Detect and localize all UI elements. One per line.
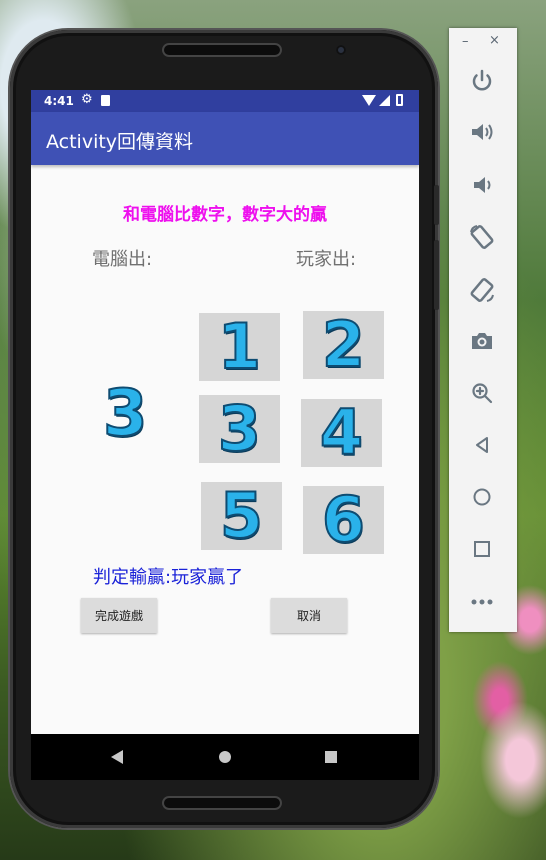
volume-up-icon[interactable] — [463, 113, 501, 151]
choice-digit: 1 — [217, 310, 262, 383]
navigation-bar — [31, 734, 419, 780]
nav-recents-icon[interactable] — [325, 751, 337, 763]
choice-button-2[interactable]: 2 — [303, 311, 384, 379]
cancel-button[interactable]: 取消 — [271, 598, 347, 633]
computer-choice: 3 — [102, 381, 149, 447]
emulator-toolbar: – × — [449, 28, 517, 632]
minimize-button[interactable]: – — [462, 34, 469, 49]
back-icon[interactable] — [463, 426, 501, 464]
rotate-right-icon[interactable] — [463, 271, 501, 309]
more-icon[interactable] — [463, 583, 501, 621]
overview-icon[interactable] — [463, 530, 501, 568]
nav-back-icon[interactable] — [111, 750, 123, 764]
choice-button-4[interactable]: 4 — [301, 399, 382, 467]
status-bar: 4:41 ⚙ — [31, 90, 419, 112]
side-button — [434, 240, 439, 310]
app-bar: Activity回傳資料 — [31, 112, 419, 165]
volume-down-icon[interactable] — [463, 166, 501, 204]
result-text: 判定輸贏:玩家贏了 — [93, 567, 244, 588]
bottom-speaker — [162, 796, 282, 810]
home-icon[interactable] — [463, 478, 501, 516]
finish-game-button[interactable]: 完成遊戲 — [81, 598, 157, 633]
choice-button-5[interactable]: 5 — [201, 482, 282, 550]
choice-button-6[interactable]: 6 — [303, 486, 384, 554]
zoom-icon[interactable] — [463, 374, 501, 412]
choice-digit: 3 — [217, 392, 262, 465]
rotate-left-icon[interactable] — [463, 218, 501, 256]
computer-label: 電腦出: — [92, 249, 153, 270]
nav-home-icon[interactable] — [219, 751, 231, 763]
app-title: Activity回傳資料 — [46, 131, 194, 153]
status-time: 4:41 — [44, 94, 74, 108]
game-instruction: 和電腦比數字，數字大的贏 — [123, 205, 327, 225]
choice-button-3[interactable]: 3 — [199, 395, 280, 463]
choice-digit: 4 — [319, 396, 364, 469]
device-screen: 4:41 ⚙ Activity回傳資料 和電腦比數字，數字大的贏 電腦出: 玩家… — [31, 90, 419, 780]
earpiece-speaker — [162, 43, 282, 57]
sd-card-icon — [101, 95, 110, 106]
signal-icon — [379, 95, 390, 106]
front-camera — [336, 45, 346, 55]
choice-digit: 2 — [321, 308, 366, 381]
choice-digit: 6 — [321, 483, 366, 556]
choice-button-1[interactable]: 1 — [199, 313, 280, 381]
wifi-icon — [362, 95, 376, 106]
side-button — [434, 185, 439, 225]
camera-icon[interactable] — [463, 322, 501, 360]
battery-icon — [396, 94, 403, 106]
gear-icon: ⚙ — [81, 92, 93, 107]
power-icon[interactable] — [463, 62, 501, 100]
computer-choice-digit: 3 — [102, 377, 149, 451]
player-label: 玩家出: — [296, 249, 357, 270]
choice-digit: 5 — [219, 479, 264, 552]
close-button[interactable]: × — [489, 33, 500, 48]
